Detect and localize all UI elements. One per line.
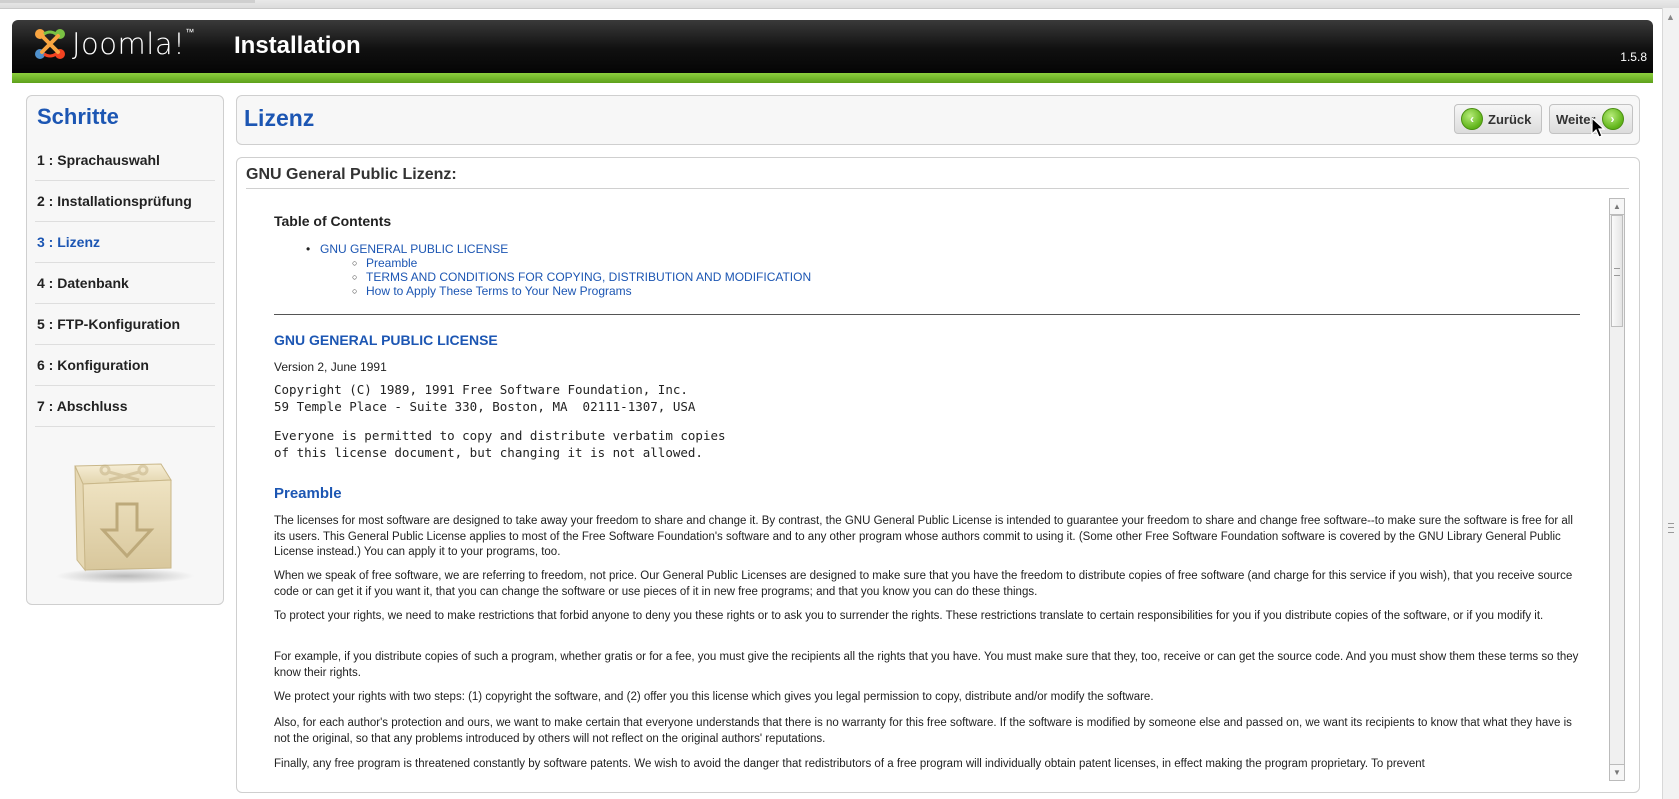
license-scrollbar[interactable]: ▲ ▼ [1609, 198, 1625, 781]
step-item-lizenz: 3 : Lizenz [35, 222, 215, 263]
toc-link-preamble[interactable]: Preamble [352, 256, 417, 270]
install-box-icon [55, 456, 195, 584]
browser-tab-edge [0, 0, 255, 3]
back-button-label: Zurück [1488, 111, 1532, 127]
section-divider [274, 314, 1580, 315]
toc-link-gpl[interactable]: GNU GENERAL PUBLIC LICENSE [306, 242, 508, 256]
version-label: 1.5.8 [1620, 50, 1647, 64]
box-download-icon [74, 463, 172, 572]
joomla-mark-icon [35, 29, 65, 59]
copyright-block: Copyright (C) 1989, 1991 Free Software F… [274, 382, 696, 414]
step-item-sprachauswahl: 1 : Sprachauswahl [35, 140, 215, 181]
permission-block: Everyone is permitted to copy and distri… [274, 428, 726, 460]
preamble-paragraph-2: When we speak of free software, we are r… [274, 570, 1573, 598]
preamble-paragraph-3: To protect your rights, we need to make … [274, 610, 1544, 622]
step-item-ftp-konfiguration: 5 : FTP-Konfiguration [35, 304, 215, 345]
panel-divider [246, 188, 1629, 189]
page-title: Lizenz [244, 105, 315, 131]
toc-link-how-to-apply[interactable]: How to Apply These Terms to Your New Pro… [352, 284, 632, 298]
scroll-up-icon[interactable]: ▲ [1610, 199, 1624, 215]
step-item-konfiguration: 6 : Konfiguration [35, 345, 215, 386]
preamble-paragraph-5: We protect your rights with two steps: (… [274, 691, 1154, 703]
title-toolbar: Lizenz ‹ Zurück Weiter › [236, 95, 1640, 145]
mouse-cursor-icon [1591, 117, 1605, 138]
preamble-paragraph-6: Also, for each author's protection and o… [274, 717, 1572, 745]
scroll-up-arrow-icon[interactable]: ▲ [1666, 12, 1675, 22]
license-panel: GNU General Public Lizenz: Table of Cont… [236, 157, 1640, 793]
license-scroll-area[interactable]: Table of Contents GNU GENERAL PUBLIC LIC… [246, 198, 1629, 783]
toc-link-terms[interactable]: TERMS AND CONDITIONS FOR COPYING, DISTRI… [352, 270, 811, 284]
joomla-logo: Joomla!™ [32, 26, 195, 62]
preamble-paragraph-7: Finally, any free program is threatened … [274, 758, 1425, 770]
header-title: Installation [234, 32, 361, 59]
license-version: Version 2, June 1991 [274, 360, 387, 374]
header-green-bar [12, 73, 1653, 83]
scroll-thumb[interactable] [1611, 215, 1623, 327]
box-shadow [55, 568, 195, 584]
license-heading: GNU GENERAL PUBLIC LICENSE [274, 332, 498, 348]
browser-top-strip [0, 0, 1679, 9]
license-panel-title: GNU General Public Lizenz: [246, 166, 457, 183]
step-item-abschluss: 7 : Abschluss [35, 386, 215, 427]
scroll-down-icon[interactable]: ▼ [1610, 764, 1624, 780]
step-item-datenbank: 4 : Datenbank [35, 263, 215, 304]
back-button[interactable]: ‹ Zurück [1454, 104, 1542, 134]
preamble-heading: Preamble [274, 485, 342, 502]
sidebar-title: Schritte [37, 104, 119, 129]
arrow-left-icon: ‹ [1461, 108, 1483, 130]
preamble-paragraph-1: The licenses for most software are desig… [274, 515, 1573, 558]
logo-text: Joomla!™ [72, 27, 195, 61]
page-scrollbar[interactable]: ▲ [1662, 8, 1679, 799]
installer-header: Joomla!™ Installation 1.5.8 [12, 20, 1653, 83]
steps-sidebar: Schritte 1 : Sprachauswahl 2 : Installat… [26, 95, 224, 605]
next-button-label: Weiter [1556, 111, 1596, 127]
toc-title: Table of Contents [274, 213, 392, 229]
step-item-installationspruefung: 2 : Installationsprüfung [35, 181, 215, 222]
steps-list: 1 : Sprachauswahl 2 : Installationsprüfu… [35, 140, 215, 427]
preamble-paragraph-4: For example, if you distribute copies of… [274, 651, 1579, 679]
scroll-grip-icon[interactable] [1668, 523, 1674, 533]
